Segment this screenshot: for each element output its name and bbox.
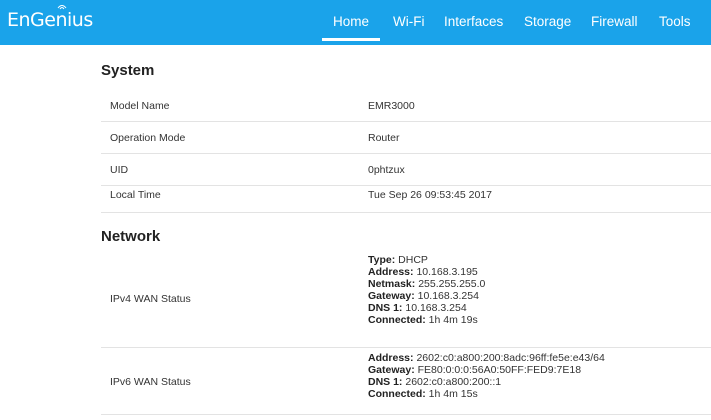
detail-key: DNS 1:	[368, 376, 403, 388]
tab-wifi[interactable]: Wi-Fi	[393, 14, 424, 29]
system-section-title: System	[101, 62, 155, 79]
detail-value: 10.168.3.195	[416, 266, 478, 278]
brand-logo[interactable]: EnGenius	[7, 5, 93, 31]
wifi-signal-icon	[57, 5, 67, 10]
detail-key: Gateway:	[368, 364, 415, 376]
tab-firewall[interactable]: Firewall	[591, 14, 638, 29]
row-label: UID	[110, 164, 129, 176]
detail-value: DHCP	[398, 254, 428, 266]
tab-home[interactable]: Home	[321, 14, 381, 41]
row-label: Model Name	[110, 100, 170, 112]
detail-key: Connected:	[368, 388, 426, 400]
detail-key: Connected:	[368, 314, 426, 326]
table-row: Model Name EMR3000	[101, 90, 711, 122]
top-navigation-bar: EnGenius Home Wi-Fi Interfaces Storage F…	[0, 0, 711, 45]
tab-interfaces[interactable]: Interfaces	[444, 14, 503, 29]
row-value: 0phtzux	[368, 164, 405, 176]
tab-tools[interactable]: Tools	[659, 14, 691, 29]
ipv4-status-details: Type: DHCP Address: 10.168.3.195 Netmask…	[368, 254, 485, 326]
detail-key: DNS 1:	[368, 302, 403, 314]
row-label: IPv4 WAN Status	[110, 293, 191, 305]
table-row: UID 0phtzux	[101, 154, 711, 186]
row-label: Local Time	[110, 189, 161, 201]
table-row: Local Time Tue Sep 26 09:53:45 2017	[101, 186, 711, 213]
detail-key: Type:	[368, 254, 396, 266]
detail-key: Address:	[368, 266, 414, 278]
row-label: IPv6 WAN Status	[110, 376, 191, 388]
row-value: Tue Sep 26 09:53:45 2017	[368, 189, 492, 201]
row-label: Operation Mode	[110, 132, 186, 144]
detail-value: FE80:0:0:0:56A0:50FF:FED9:7E18	[417, 364, 582, 376]
table-row: IPv4 WAN Status Type: DHCP Address: 10.1…	[101, 254, 711, 348]
detail-key: Netmask:	[368, 278, 416, 290]
ipv6-status-details: Address: 2602:c0:a800:200:8adc:96ff:fe5e…	[368, 352, 605, 400]
row-value: EMR3000	[368, 100, 415, 112]
table-row: IPv6 WAN Status Address: 2602:c0:a800:20…	[101, 348, 711, 415]
detail-value: 10.168.3.254	[417, 290, 479, 302]
detail-value: 2602:c0:a800:200:8adc:96ff:fe5e:e43/64	[416, 352, 605, 364]
detail-key: Address:	[368, 352, 414, 364]
brand-name: EnGenius	[7, 9, 93, 31]
detail-value: 255.255.255.0	[418, 278, 486, 290]
detail-value: 1h 4m 19s	[428, 314, 478, 326]
detail-key: Gateway:	[368, 290, 415, 302]
detail-value: 10.168.3.254	[405, 302, 467, 314]
detail-value: 1h 4m 15s	[428, 388, 478, 400]
network-section-title: Network	[101, 228, 161, 245]
detail-value: 2602:c0:a800:200::1	[405, 376, 502, 388]
row-value: Router	[368, 132, 400, 144]
tab-storage[interactable]: Storage	[524, 14, 571, 29]
table-row: Operation Mode Router	[101, 122, 711, 154]
